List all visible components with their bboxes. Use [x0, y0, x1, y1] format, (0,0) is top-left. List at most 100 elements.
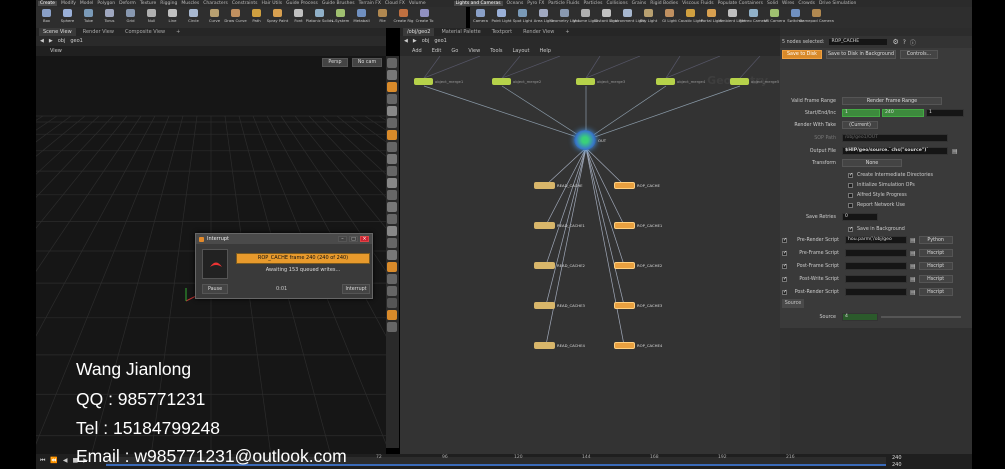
- path-geo1[interactable]: geo1: [434, 38, 447, 44]
- shelf-tool[interactable]: Geometry Light: [550, 9, 579, 23]
- viewport-tool-icon[interactable]: [387, 94, 397, 104]
- close-button[interactable]: ×: [360, 236, 369, 242]
- shelf-tab[interactable]: Characters: [203, 1, 228, 6]
- script-field[interactable]: [845, 288, 907, 296]
- inc-field[interactable]: 1: [926, 109, 964, 117]
- read-cache-node[interactable]: READ_CACHE1: [534, 222, 585, 229]
- shelf-tab[interactable]: Volume: [409, 1, 426, 6]
- shelf-tab[interactable]: Muscles: [181, 1, 199, 6]
- viewport-tool-icon[interactable]: [387, 70, 397, 80]
- shelf-tool[interactable]: L-System: [330, 9, 351, 23]
- script-field[interactable]: [845, 249, 907, 257]
- script-enable-checkbox[interactable]: ✓: [782, 250, 787, 256]
- script-field[interactable]: hou.parm('/obj/geo: [845, 236, 907, 244]
- viewport-tool-icon[interactable]: [387, 250, 397, 260]
- script-language-menu[interactable]: Hscript: [918, 288, 953, 296]
- shelf-tab[interactable]: Modify: [61, 1, 76, 6]
- script-enable-checkbox[interactable]: ✓: [782, 263, 787, 269]
- viewport-tool-icon[interactable]: [387, 298, 397, 308]
- forward-icon[interactable]: ▶: [49, 38, 53, 44]
- script-file-icon[interactable]: ▤: [910, 263, 916, 270]
- shelf-tab[interactable]: Lights and Cameras: [453, 1, 503, 6]
- menu-item[interactable]: Help: [540, 48, 551, 54]
- read-cache-node[interactable]: READ_CACHE: [534, 182, 583, 189]
- shelf-tab[interactable]: Rigging: [160, 1, 177, 6]
- camera-menu[interactable]: No cam: [352, 58, 382, 67]
- menu-item[interactable]: Go: [451, 48, 458, 54]
- source-tab[interactable]: Source: [782, 299, 804, 308]
- back-icon[interactable]: ◀: [404, 38, 408, 44]
- shelf-tool[interactable]: Platonic Solids: [306, 9, 333, 23]
- back-icon[interactable]: ◀: [40, 38, 44, 44]
- viewport-tool-icon[interactable]: [387, 190, 397, 200]
- script-field[interactable]: [845, 262, 907, 270]
- merge-out-node[interactable]: OUT: [574, 130, 606, 150]
- start-field[interactable]: 1: [842, 109, 880, 117]
- forward-icon[interactable]: ▶: [413, 38, 417, 44]
- transform-menu[interactable]: None: [842, 159, 902, 167]
- path-obj[interactable]: obj: [422, 38, 430, 44]
- shelf-tab[interactable]: Wires: [782, 1, 794, 6]
- script-language-menu[interactable]: Python: [918, 236, 953, 244]
- end-frame-bottom[interactable]: 240: [892, 462, 902, 468]
- tab-scene-view[interactable]: Scene View: [39, 28, 76, 36]
- read-cache-node[interactable]: READ_CACHE2: [534, 262, 585, 269]
- viewport-tool-icon[interactable]: [387, 130, 397, 140]
- viewport-tool-icon[interactable]: [387, 166, 397, 176]
- rop-cache-node[interactable]: ROP_CACHE3: [614, 302, 662, 309]
- shelf-tool[interactable]: Metaball: [351, 9, 372, 23]
- script-file-icon[interactable]: ▤: [910, 276, 916, 283]
- save-to-disk-button[interactable]: Save to Disk: [782, 49, 822, 59]
- script-file-icon[interactable]: ▤: [910, 289, 916, 296]
- shelf-tool[interactable]: Point Light: [491, 9, 512, 23]
- play-reverse-icon[interactable]: ◀: [63, 457, 68, 465]
- object-merge-node[interactable]: object_merge4: [656, 78, 705, 85]
- maximize-button[interactable]: □: [349, 236, 358, 242]
- checkbox[interactable]: ✓: [848, 172, 853, 178]
- script-enable-checkbox[interactable]: ✓: [782, 276, 787, 282]
- shelf-tool[interactable]: Spray Paint: [267, 9, 288, 23]
- shelf-tab[interactable]: Rigid Bodies: [650, 1, 678, 6]
- shelf-tool[interactable]: Gamepad Camera: [799, 9, 834, 23]
- shelf-tab[interactable]: Crowds: [798, 1, 815, 6]
- script-file-icon[interactable]: ▤: [910, 250, 916, 257]
- shelf-tool[interactable]: Environment Light: [610, 9, 645, 23]
- checkbox[interactable]: [848, 202, 853, 208]
- script-field[interactable]: [845, 275, 907, 283]
- viewport-tool-icon[interactable]: [387, 202, 397, 212]
- viewport-tool-icon[interactable]: [387, 238, 397, 248]
- viewport-tool-icon[interactable]: [387, 286, 397, 296]
- tab-obj-geo2[interactable]: /obj/geo2: [403, 28, 435, 36]
- checkbox[interactable]: [848, 192, 853, 198]
- menu-item[interactable]: Edit: [432, 48, 442, 54]
- viewport-tool-icon[interactable]: [387, 82, 397, 92]
- script-language-menu[interactable]: Hscript: [918, 249, 953, 257]
- shelf-tool[interactable]: Box: [36, 9, 57, 23]
- shelf-tool[interactable]: Null: [141, 9, 162, 23]
- viewport-tool-icon[interactable]: [387, 262, 397, 272]
- end-frame-top[interactable]: 240: [892, 455, 902, 461]
- checkbox[interactable]: [848, 182, 853, 188]
- source-slider[interactable]: [881, 316, 961, 318]
- interrupt-button[interactable]: Interrupt: [342, 284, 370, 294]
- shelf-tab[interactable]: Solid: [767, 1, 778, 6]
- file-chooser-icon[interactable]: ▤: [952, 148, 958, 155]
- menu-item[interactable]: View: [468, 48, 480, 54]
- menu-item[interactable]: Layout: [513, 48, 530, 54]
- save-to-disk-bg-button[interactable]: Save to Disk in Background: [826, 49, 896, 59]
- add-tab-icon[interactable]: +: [172, 28, 184, 36]
- shelf-tab[interactable]: Deform: [119, 1, 136, 6]
- shelf-tool[interactable]: Create To: [414, 9, 435, 23]
- shelf-tool[interactable]: Caustic Light: [678, 9, 703, 23]
- tab-material-palette[interactable]: Material Palette: [437, 28, 484, 36]
- shelf-tab[interactable]: Grains: [632, 1, 647, 6]
- pause-button[interactable]: Pause: [202, 284, 228, 294]
- shelf-tool[interactable]: GI Light: [659, 9, 680, 23]
- controls-button[interactable]: Controls...: [900, 49, 938, 59]
- object-merge-node[interactable]: object_merge5: [730, 78, 779, 85]
- tab-composite-view[interactable]: Composite View: [121, 28, 169, 36]
- shelf-tab[interactable]: Particle Fluids: [548, 1, 579, 6]
- viewport-tool-icon[interactable]: [387, 214, 397, 224]
- shelf-tab[interactable]: Pyro FX: [527, 1, 544, 6]
- save-in-bg-checkbox[interactable]: ✓: [848, 226, 853, 232]
